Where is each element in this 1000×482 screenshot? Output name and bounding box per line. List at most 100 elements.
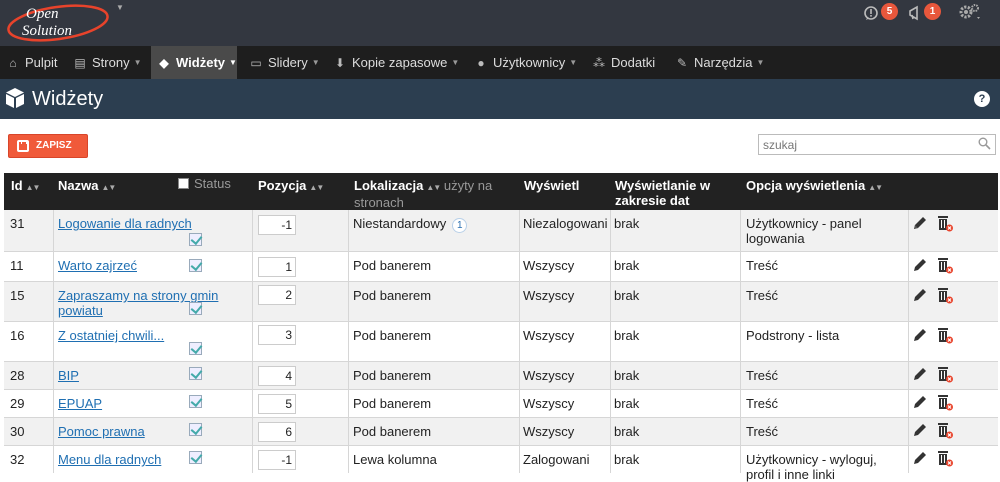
widget-name-link[interactable]: BIP xyxy=(58,368,79,383)
page-header: Widżety ? xyxy=(0,79,1000,119)
user-icon: ● xyxy=(477,56,485,70)
nav-label: Narzędzia xyxy=(694,55,753,70)
widget-name-link[interactable]: Pomoc prawna xyxy=(58,424,145,439)
table-row: 11 Warto zajrzeć 1 Pod banerem Wszyscy b… xyxy=(4,252,998,282)
status-checkbox[interactable] xyxy=(189,259,202,272)
delete-trash-icon[interactable] xyxy=(936,365,954,386)
position-input[interactable]: 6 xyxy=(258,422,296,442)
widget-name-link[interactable]: Warto zajrzeć xyxy=(58,258,137,273)
status-checkbox[interactable] xyxy=(189,302,202,315)
display-text: Niezalogowani xyxy=(523,216,608,231)
nav-label: Slidery xyxy=(268,55,308,70)
col-header-position[interactable]: Pozycja ▲▼ xyxy=(258,178,324,195)
col-header-option[interactable]: Opcja wyświetlenia ▲▼ xyxy=(746,178,883,195)
status-checkbox[interactable] xyxy=(189,367,202,380)
settings-gears-icon[interactable] xyxy=(958,3,982,26)
date-range-text: brak xyxy=(614,396,640,411)
col-header-location[interactable]: Lokalizacja ▲▼ użyty na stronach xyxy=(354,178,514,210)
home-icon: ⌂ xyxy=(9,56,17,70)
col-header-id[interactable]: Id ▲▼ xyxy=(11,178,41,195)
delete-trash-icon[interactable] xyxy=(936,326,954,347)
display-text: Wszyscy xyxy=(523,396,575,411)
option-text: Treść xyxy=(746,424,779,439)
widget-name-link[interactable]: Logowanie dla radnych xyxy=(58,216,192,231)
nav-item-pulpit[interactable]: ⌂ Pulpit xyxy=(6,46,58,79)
nav-item-uzytkownicy[interactable]: ● Użytkownicy ▼ xyxy=(474,46,577,79)
nav-label: Pulpit xyxy=(25,55,58,70)
edit-pencil-icon[interactable] xyxy=(912,257,928,276)
nav-label: Użytkownicy xyxy=(493,55,566,70)
date-range-text: brak xyxy=(614,258,640,273)
status-checkbox[interactable] xyxy=(189,342,202,355)
status-checkbox[interactable] xyxy=(189,423,202,436)
row-id: 11 xyxy=(10,258,24,273)
table-row: 15 Zapraszamy na strony gmin powiatu 2 P… xyxy=(4,282,998,322)
usage-count-badge[interactable]: 1 xyxy=(452,218,468,233)
search-icon[interactable] xyxy=(978,137,991,153)
option-text: Użytkownicy - panel logowania xyxy=(746,216,862,246)
status-checkbox[interactable] xyxy=(189,233,202,246)
row-id: 15 xyxy=(10,288,25,303)
logo-dropdown-caret[interactable]: ▼ xyxy=(116,3,124,12)
open-solution-logo[interactable]: Open Solution xyxy=(6,2,122,44)
display-text: Wszyscy xyxy=(523,258,575,273)
nav-item-narzedzia[interactable]: ✎ Narzędzia ▼ xyxy=(675,46,764,79)
nav-item-kopie-zapasowe[interactable]: ⬇ Kopie zapasowe ▼ xyxy=(333,46,459,79)
edit-pencil-icon[interactable] xyxy=(912,366,928,385)
status-checkbox[interactable] xyxy=(189,451,202,464)
col-header-date-range: Wyświetlanie w zakresie dat xyxy=(615,178,711,208)
display-text: Wszyscy xyxy=(523,424,575,439)
option-text: Treść xyxy=(746,258,779,273)
top-bar: Open Solution ▼ 5 1 xyxy=(0,0,1000,46)
widget-name-link[interactable]: Menu dla radnych xyxy=(58,452,161,467)
table-row: 28 BIP 4 Pod banerem Wszyscy brak Treść xyxy=(4,362,998,390)
location-text: Pod banerem xyxy=(353,368,432,383)
table-row: 30 Pomoc prawna 6 Pod banerem Wszyscy br… xyxy=(4,418,998,446)
position-input[interactable]: 3 xyxy=(258,325,296,345)
nav-item-slidery[interactable]: ▭ Slidery ▼ xyxy=(249,46,319,79)
edit-pencil-icon[interactable] xyxy=(912,394,928,413)
help-icon[interactable]: ? xyxy=(974,91,990,107)
status-checkbox[interactable] xyxy=(189,395,202,408)
widget-name-link[interactable]: EPUAP xyxy=(58,396,102,411)
widget-name-link[interactable]: Zapraszamy na strony gmin powiatu xyxy=(58,288,228,318)
messages-icon[interactable] xyxy=(863,5,879,24)
edit-pencil-icon[interactable] xyxy=(912,450,928,469)
delete-trash-icon[interactable] xyxy=(936,449,954,470)
position-input[interactable]: 1 xyxy=(258,257,296,277)
sort-icon: ▲▼ xyxy=(426,183,441,192)
date-range-text: brak xyxy=(614,328,640,343)
delete-trash-icon[interactable] xyxy=(936,393,954,414)
chevron-down-icon: ▼ xyxy=(756,58,765,67)
edit-pencil-icon[interactable] xyxy=(912,422,928,441)
edit-pencil-icon[interactable] xyxy=(912,287,928,306)
delete-trash-icon[interactable] xyxy=(936,286,954,307)
option-text: Użytkownicy - wyloguj, profil i inne lin… xyxy=(746,452,877,482)
nav-item-dodatki[interactable]: ⁂ Dodatki xyxy=(592,46,655,79)
widget-name-link[interactable]: Z ostatniej chwili... xyxy=(58,328,164,343)
location-text: Pod banerem xyxy=(353,288,432,303)
position-input[interactable]: -1 xyxy=(258,215,296,235)
nav-item-widzety[interactable]: ◆ Widżety ▼ xyxy=(151,46,237,79)
position-input[interactable]: 5 xyxy=(258,394,296,414)
position-input[interactable]: 2 xyxy=(258,285,296,305)
date-range-text: brak xyxy=(614,288,640,303)
nav-label: Kopie zapasowe xyxy=(352,55,448,70)
status-select-all-checkbox[interactable] xyxy=(178,178,189,189)
messages-count-badge: 5 xyxy=(881,3,898,20)
delete-trash-icon[interactable] xyxy=(936,256,954,277)
nav-item-strony[interactable]: ▤ Strony ▼ xyxy=(73,46,141,79)
position-input[interactable]: -1 xyxy=(258,450,296,470)
position-input[interactable]: 4 xyxy=(258,366,296,386)
sort-icon: ▲▼ xyxy=(309,183,324,192)
sort-icon: ▲▼ xyxy=(868,183,883,192)
sort-icon: ▲▼ xyxy=(25,183,41,192)
delete-trash-icon[interactable] xyxy=(936,421,954,442)
delete-trash-icon[interactable] xyxy=(936,214,954,235)
search-input[interactable] xyxy=(758,134,996,155)
edit-pencil-icon[interactable] xyxy=(912,327,928,346)
edit-pencil-icon[interactable] xyxy=(912,215,928,234)
save-button[interactable]: ZAPISZ xyxy=(8,134,88,158)
megaphone-icon[interactable] xyxy=(908,5,924,24)
col-header-name[interactable]: Nazwa ▲▼ xyxy=(58,178,116,195)
